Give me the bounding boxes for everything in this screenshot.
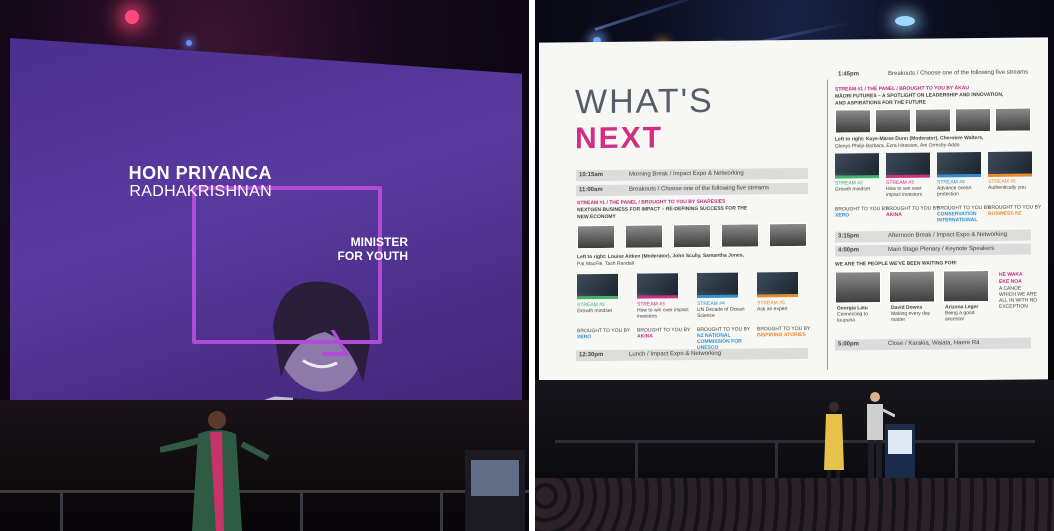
panelist-photo [721,223,759,248]
agenda-text: Breakouts / Choose one of the following … [629,185,770,193]
stream-desc: Authentically you [988,184,1026,191]
agenda-time: 1:45pm [838,71,860,78]
stream-image [988,151,1032,177]
panel-caption: Pat MacFie, Tash Randall [577,260,634,268]
panel-caption: Left to right: Kaye-Maree Dunn (Moderato… [835,135,984,143]
stage-railing [555,440,1035,443]
sponsor-name: BUSINESS NZ [988,210,1022,217]
sponsor-name: XERO [577,334,592,341]
stage-light [895,16,915,26]
agenda-row: 12:30pm Lunch / Impact Expo & Networking [576,347,808,362]
sponsor-name: AKINA [886,211,902,219]
agenda-time: 10:15am [579,171,604,179]
stage-light [186,40,192,46]
stream-desc: Growth mindset [835,186,871,193]
panelist-photo [625,224,663,249]
stream-heading: NEXTGEN BUSINESS FOR IMPACT – RE-DEFININ… [577,205,748,214]
stream-desc: Ask an expert [757,306,788,313]
sponsor-name: AKINA [637,333,653,340]
speaker-title-line1: MINISTER [350,235,408,249]
agenda-text: Close / Karakia, Waiata, Haere Rā [888,340,980,348]
railing-post [300,490,303,531]
speaker-desc: Connecting to tuupuna [837,311,868,324]
purple-frame [192,186,382,344]
sponsor-name: XERO [835,212,850,219]
agenda-row: 5:00pm Close / Karakia, Waiata, Haere Rā [835,337,1031,351]
railing-post [635,440,638,480]
stream-desc: How to win over impact investors [637,307,689,320]
agenda-row: 3:15pm Afternoon Break / Impact Expo & Ne… [835,229,1031,243]
speaker-name-line1: HON PRIYANCA [128,163,272,183]
panelist-photo [673,223,711,249]
stream-image [697,272,738,299]
agenda-text: Main Stage Plenary / Keynote Speakers [888,245,995,254]
stream-image [937,152,981,178]
stream-desc: Advance ocean protection [937,185,972,198]
stream-image [577,273,618,300]
railing-post [955,440,958,480]
agenda-text: Lunch / Impact Expo & Networking [629,350,722,358]
agenda-row: 11:00am Breakouts / Choose one of the fol… [576,182,808,197]
stream-image [835,153,879,179]
agenda-text: Afternoon Break / Impact Expo & Networki… [888,231,1008,240]
podium-logo [888,430,912,454]
presenter-figure [824,402,844,488]
agenda-time: 3:15pm [838,233,860,240]
stream-desc: How to win over impact investors [886,185,923,199]
presenter-figure [160,411,270,531]
agenda-time: 4:00pm [838,247,860,254]
panelist-photo [875,108,911,134]
right-photo: WHAT'S NEXT 10:15am Morning Break / Impac… [535,0,1054,531]
stream-image [886,152,930,179]
left-photo: HON PRIYANCA RADHAKRISHNAN MINISTER FOR … [0,0,529,531]
panel-caption: Left to right: Louise Aitken (Moderator)… [577,252,744,261]
stream-heading: NEW ECONOMY [577,213,616,221]
slide-heading-line1: WHAT'S [575,81,714,122]
sponsor-name: CONSERVATION INTERNATIONAL [937,211,978,224]
slide-heading-line2: NEXT [575,121,664,156]
railing-post [60,490,63,531]
stream-image [757,271,798,298]
audience [535,478,1054,531]
panelist-photo [769,222,807,248]
panelist-photo [955,107,991,133]
whakatauki-translation: A CANOE WHICH WE ARE ALL IN WITH NO EXCE… [999,285,1038,310]
agenda-time: 5:00pm [838,341,860,348]
panelist-photo [995,107,1031,132]
stream-desc: Growth mindset [577,307,613,315]
podium-monitor [471,460,519,496]
whakatauki-line2: EKE NOA [999,278,1022,285]
agenda-slide: WHAT'S NEXT 10:15am Morning Break / Impac… [539,37,1048,385]
stream-image [637,273,678,299]
whakatauki-line1: HE WAKA [999,271,1023,278]
sponsor-name: INSPIRING STORIES [757,331,806,339]
agenda-row: 1:45pm Breakouts / Choose one of the foll… [835,68,1031,81]
agenda-time: 12:30pm [579,351,604,359]
panelist-photo [915,108,951,133]
speaker-photo [835,271,881,304]
plenary-title: WE ARE THE PEOPLE WE'VE BEEN WAITING FOR… [835,260,957,268]
light-beam [594,0,710,31]
panelist-photo [577,224,615,250]
speaker-title-line2: FOR YOUTH [337,249,408,263]
speaker-name-line2: RADHAKRISHNAN [129,183,272,200]
stream-heading: AND ASPIRATIONS FOR THE FUTURE [835,99,926,107]
agenda-text: Morning Break / Impact Expo & Networking [629,170,744,178]
railing-post [440,490,443,531]
stream-desc: UN Decade of Ocean Science [697,306,745,320]
stage-light [125,10,139,24]
column-divider [827,79,828,370]
agenda-row: 10:15am Morning Break / Impact Expo & Net… [576,167,808,182]
speaker-photo [889,270,935,303]
speaker-photo [943,269,989,303]
stream-heading: MĀORI FUTURES – A SPOTLIGHT ON LEADERSHI… [835,91,1004,100]
speaker-desc: Making every day matter [891,310,931,323]
agenda-time: 11:00am [579,186,603,194]
panelist-photo [835,109,871,134]
panel-caption: Glenys Philip-Barbara, Ezra Hirawani, An… [835,142,960,150]
agenda-text: Breakouts / Choose one of the following … [888,69,1029,78]
railing-post [775,440,778,480]
agenda-row: 4:00pm Main Stage Plenary / Keynote Speak… [835,243,1031,257]
speaker-desc: Being a good ancestor [945,310,975,323]
